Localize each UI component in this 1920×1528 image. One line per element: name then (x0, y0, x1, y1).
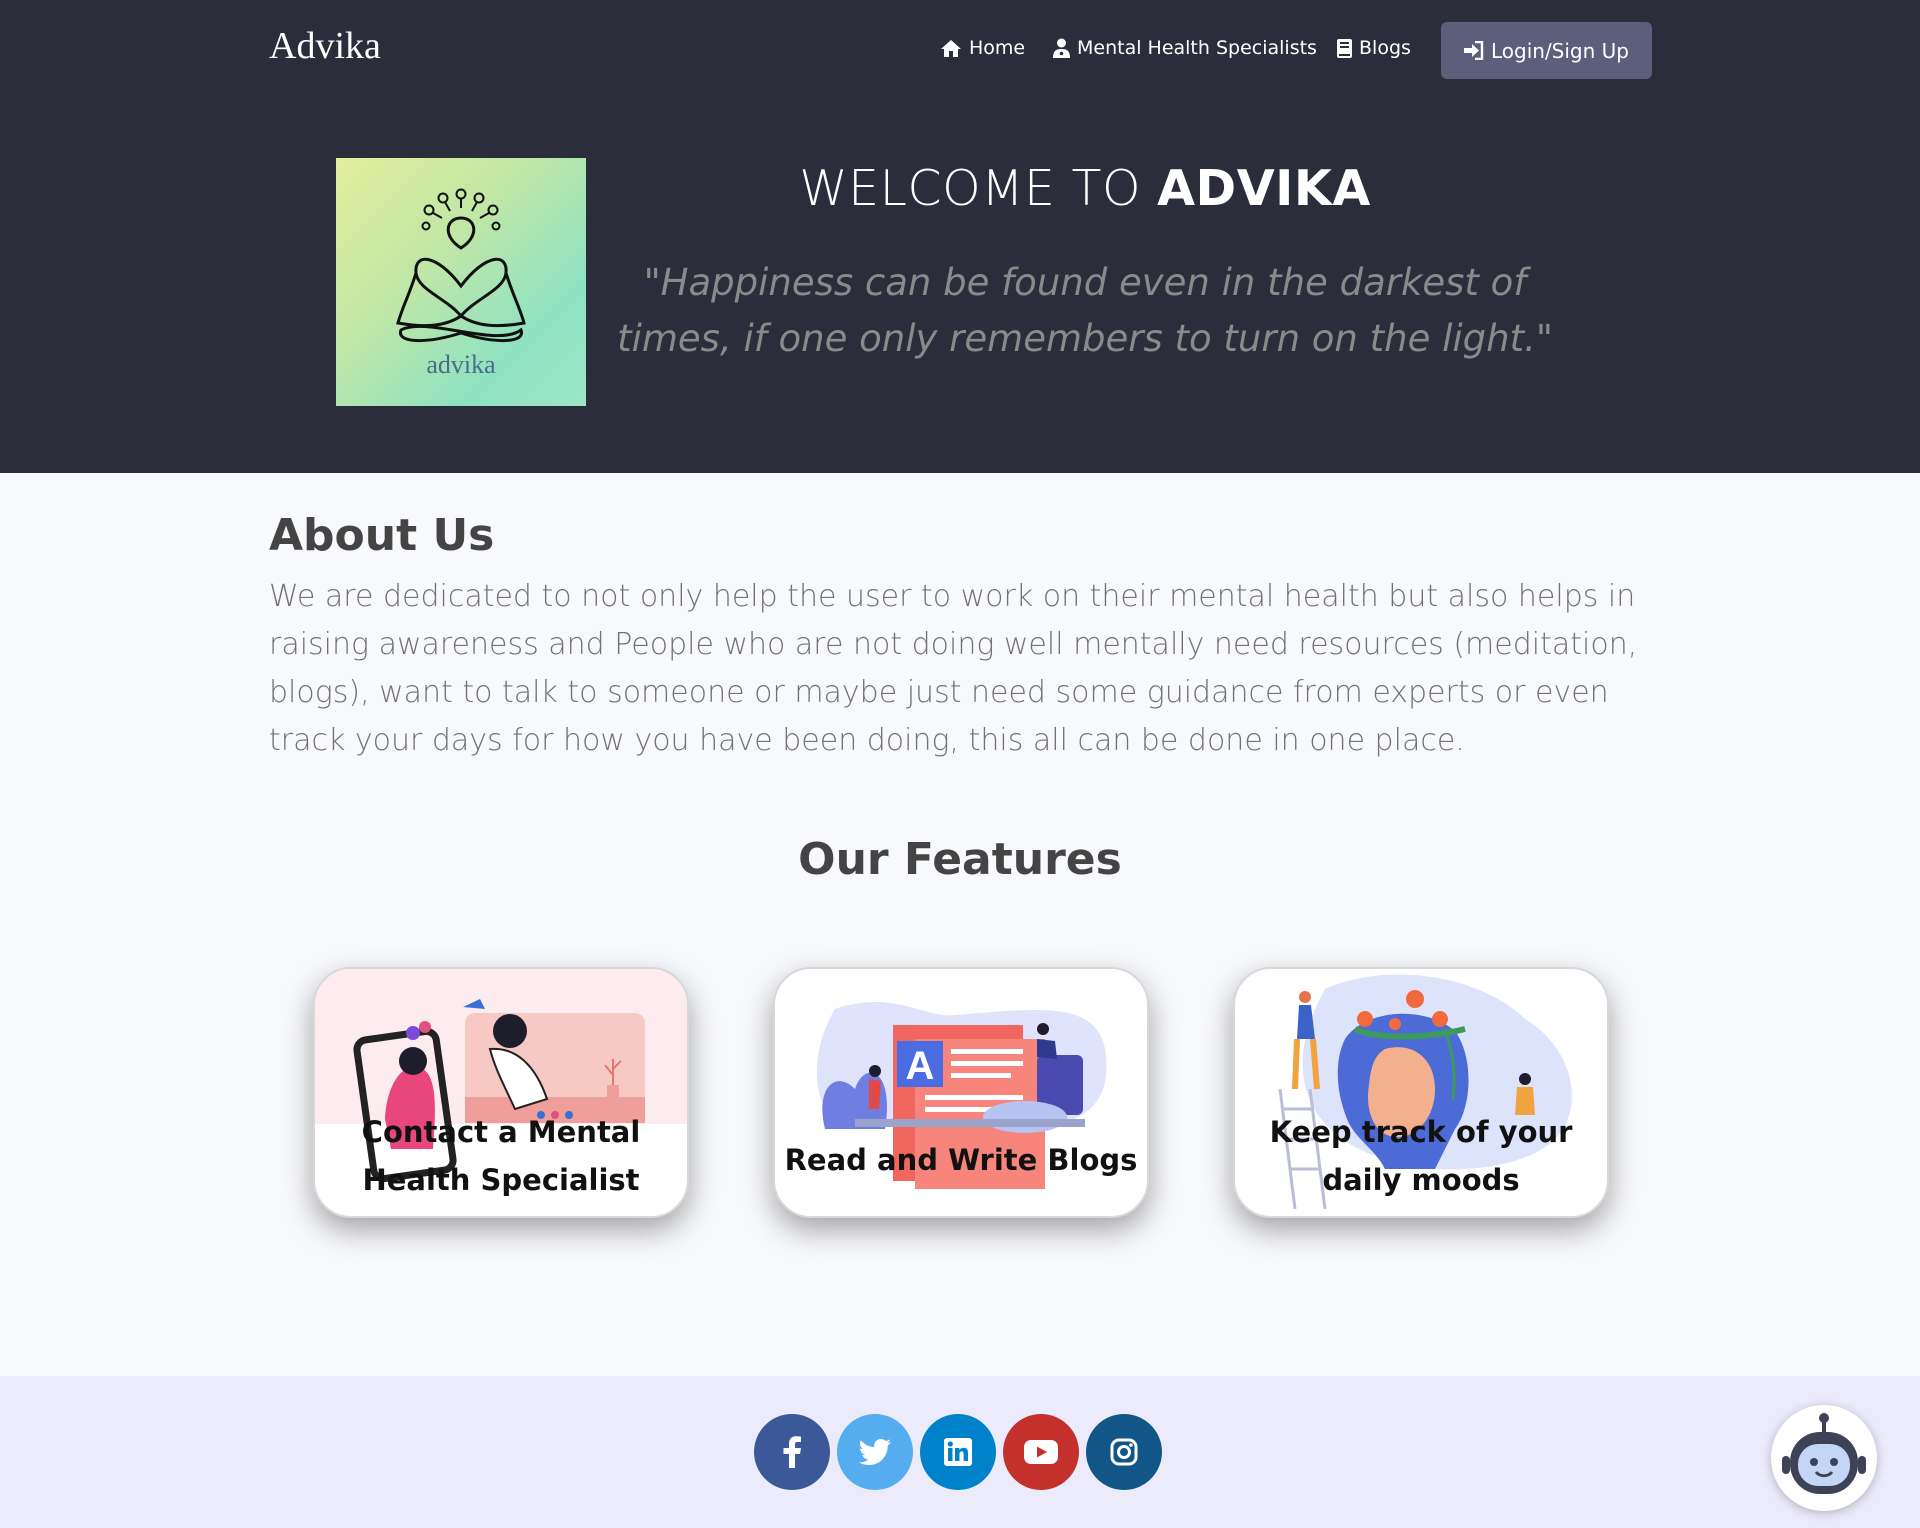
nav-blogs-label: Blogs (1359, 37, 1411, 59)
svg-text:A: A (906, 1044, 935, 1088)
brand-logo-text[interactable]: Advika (269, 24, 381, 68)
hero-header: Advika Home Mental Health Specialists Bl… (0, 0, 1920, 473)
login-signup-label: Login/Sign Up (1490, 38, 1629, 63)
meditation-logo-icon: advika (396, 188, 526, 379)
features-title: Our Features (798, 834, 1122, 885)
youtube-link[interactable] (1003, 1414, 1079, 1490)
logo-wordmark: advika (426, 350, 496, 379)
feature-card-title: Contact a Mental Health Specialist (361, 1115, 641, 1197)
feature-card-blogs[interactable]: A Read and Write Blogs (773, 967, 1149, 1218)
nav-blogs[interactable]: Blogs (1337, 37, 1411, 59)
advika-logo-image: advika (336, 158, 586, 406)
hero-quote: "Happiness can be found even in the dark… (617, 261, 1553, 360)
facebook-icon (783, 1436, 801, 1468)
linkedin-link[interactable] (920, 1414, 996, 1490)
feature-card-contact-specialist[interactable]: Contact a Mental Health Specialist (313, 967, 689, 1218)
about-text: We are dedicated to not only help the us… (269, 579, 1638, 758)
nav-specialists[interactable]: Mental Health Specialists (1053, 37, 1317, 59)
feature-card-mood-tracker[interactable]: Keep track of your daily moods (1233, 967, 1609, 1218)
user-doctor-icon (1053, 38, 1070, 58)
twitter-icon (859, 1439, 891, 1465)
sign-in-icon (1463, 41, 1484, 60)
book-icon (1337, 38, 1352, 58)
home-icon (941, 39, 961, 57)
twitter-link[interactable] (837, 1414, 913, 1490)
about-title: About Us (269, 510, 495, 561)
facebook-link[interactable] (754, 1414, 830, 1490)
welcome-heading: WELCOME TO ADVIKA (760, 160, 1410, 217)
welcome-brand: ADVIKA (1157, 160, 1371, 217)
linkedin-icon (944, 1438, 972, 1466)
login-signup-button[interactable]: Login/Sign Up (1441, 22, 1652, 79)
welcome-prefix: WELCOME TO (799, 160, 1158, 217)
feature-card-title: Read and Write Blogs (784, 1143, 1138, 1177)
robot-icon (1782, 1413, 1866, 1494)
nav-specialists-label: Mental Health Specialists (1077, 37, 1317, 59)
instagram-icon (1110, 1438, 1138, 1466)
feature-card-title: Keep track of your daily moods (1269, 1115, 1573, 1197)
instagram-link[interactable] (1086, 1414, 1162, 1490)
nav-home-label: Home (969, 37, 1026, 59)
chatbot-button[interactable] (1771, 1405, 1877, 1511)
nav-home[interactable]: Home (940, 37, 1025, 59)
youtube-icon (1024, 1440, 1058, 1464)
